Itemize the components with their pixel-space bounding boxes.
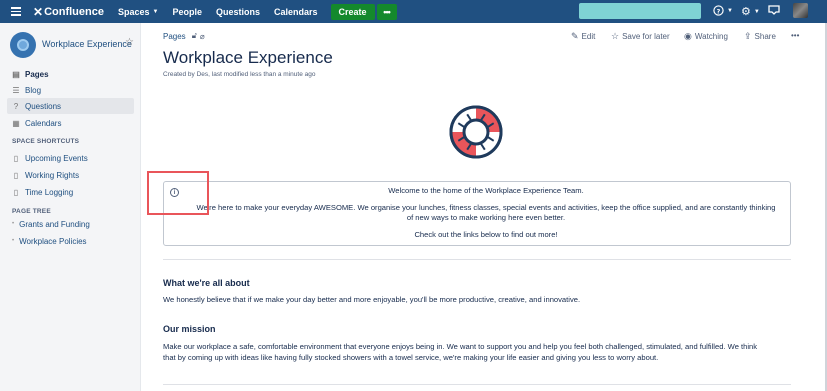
nav-questions-label: Questions [215, 6, 260, 17]
section-text-mission-line1: Make our workplace a safe, comfortable e… [163, 342, 758, 351]
nav-questions[interactable]: Questions [216, 7, 260, 17]
page-tree-heading: PAGE TREE [12, 208, 51, 215]
highlight-box [147, 171, 209, 215]
tree-item-grants-and-funding[interactable]: • Grants and Funding [7, 216, 134, 232]
section-text-about: We honestly believe that if we make your… [163, 295, 581, 304]
avatar[interactable] [793, 3, 808, 18]
sidebar-item-blog[interactable]: ☰ Blog [7, 82, 134, 98]
page-icon: ▯ [13, 170, 19, 180]
bullet-icon: • [12, 238, 15, 244]
shortcut-time-logging[interactable]: ▯ Time Logging [7, 184, 134, 200]
nav-spaces-label: Spaces [117, 6, 150, 17]
help-icon: ? [713, 5, 724, 16]
unlock-icon[interactable]: 🔓︎ [192, 31, 197, 41]
help-menu[interactable]: ? ▼ [713, 5, 733, 16]
page-title: Workplace Experience [163, 48, 333, 67]
confluence-logo[interactable]: ✕ Confluence [33, 5, 104, 19]
blog-icon: ☰ [12, 85, 20, 95]
search-input[interactable] [579, 3, 701, 19]
menu-icon[interactable] [11, 7, 21, 16]
info-panel: i Welcome to the home of the Workplace E… [163, 181, 791, 246]
info-cta-text: Check out the links below to find out mo… [414, 230, 558, 239]
settings-menu[interactable]: ⚙ ▼ [741, 5, 760, 18]
save-for-later-label: Save for later [622, 32, 670, 41]
chevron-down-icon: ▼ [753, 8, 760, 15]
shortcut-label: Upcoming Events [25, 153, 88, 163]
settings-icon: ⚙ [741, 6, 751, 18]
share-icon: ⇪ [744, 31, 752, 41]
space-name-link[interactable]: Workplace Experience [42, 39, 132, 49]
edit-button[interactable]: ✎ Edit [571, 31, 595, 42]
confluence-x-icon: ✕ [33, 4, 44, 19]
page-byline: Created by Des, last modified less than … [163, 71, 316, 78]
section-heading-mission: Our mission [163, 324, 216, 334]
calendar-icon: ▦ [12, 118, 20, 128]
nav-people[interactable]: People [172, 7, 202, 17]
shortcut-upcoming-events[interactable]: ▯ Upcoming Events [7, 150, 134, 166]
notifications-icon [768, 5, 780, 15]
info-welcome-text: Welcome to the home of the Workplace Exp… [388, 186, 584, 195]
more-actions-label: ••• [791, 31, 800, 40]
share-label: Share [754, 32, 776, 41]
bullet-icon: • [12, 221, 15, 227]
sidebar-item-pages[interactable]: ▤ Pages [7, 66, 134, 82]
space-sidebar: Workplace Experience ☆ ▤ Pages ☰ Blog ? … [0, 23, 141, 391]
watching-button[interactable]: ◉ Watching [684, 31, 728, 42]
notifications-button[interactable] [768, 5, 780, 15]
svg-text:?: ? [717, 7, 721, 15]
breadcrumb-pages-link[interactable]: Pages [163, 32, 186, 41]
tree-item-label: Workplace Policies [19, 236, 87, 246]
shortcut-label: Time Logging [25, 187, 74, 197]
section-divider [163, 384, 791, 385]
breadcrumb: Pages 🔓︎ ⌀ [163, 31, 205, 41]
sidebar-item-label: Pages [25, 69, 49, 79]
section-divider [163, 259, 791, 260]
create-more-button[interactable]: ••• [376, 3, 397, 20]
chevron-down-icon: ▼ [152, 8, 159, 15]
eye-icon: ◉ [684, 31, 692, 41]
tree-item-workplace-policies[interactable]: • Workplace Policies [7, 233, 134, 249]
section-heading-about: What we're all about [163, 278, 250, 288]
section-text-mission-line2: that by coming up with ideas like having… [163, 353, 659, 362]
nav-people-label: People [172, 6, 202, 17]
share-button[interactable]: ⇪ Share [744, 31, 776, 42]
more-actions-button[interactable]: ••• [791, 31, 799, 40]
sidebar-item-label: Questions [25, 101, 62, 111]
chevron-down-icon: ▼ [727, 7, 733, 14]
tree-item-label: Grants and Funding [19, 219, 90, 229]
star-icon[interactable]: ☆ [125, 37, 134, 48]
attachment-icon[interactable]: ⌀ [200, 32, 205, 41]
brand-name: Confluence [44, 5, 104, 18]
sidebar-item-label: Calendars [25, 118, 62, 128]
info-description-line1: We're here to make your everyday AWESOME… [196, 203, 776, 212]
edit-label: Edit [581, 32, 596, 41]
watching-label: Watching [694, 32, 728, 41]
nav-spaces[interactable]: Spaces ▼ [118, 7, 158, 17]
space-logo-icon[interactable] [10, 32, 36, 58]
create-button[interactable]: Create [330, 3, 375, 20]
shortcut-working-rights[interactable]: ▯ Working Rights [7, 167, 134, 183]
sidebar-item-questions[interactable]: ? Questions [7, 98, 134, 114]
lifebuoy-icon [449, 105, 503, 159]
space-shortcuts-heading: SPACE SHORTCUTS [12, 138, 80, 145]
questions-icon: ? [13, 101, 19, 111]
pages-icon: ▤ [12, 69, 20, 79]
info-description-line2: of new ways to make working here even be… [406, 213, 566, 222]
save-for-later-button[interactable]: ☆ Save for later [611, 31, 670, 42]
sidebar-item-calendars[interactable]: ▦ Calendars [7, 115, 134, 131]
page-icon: ▯ [13, 187, 19, 197]
star-icon: ☆ [611, 31, 620, 41]
nav-calendars-label: Calendars [273, 6, 318, 17]
nav-calendars[interactable]: Calendars [274, 7, 318, 17]
pencil-icon: ✎ [571, 31, 579, 41]
sidebar-item-label: Blog [25, 85, 42, 95]
page-icon: ▯ [13, 153, 19, 163]
shortcut-label: Working Rights [25, 170, 80, 180]
top-navigation-bar: ✕ Confluence Spaces ▼ People Questions C… [0, 0, 827, 23]
